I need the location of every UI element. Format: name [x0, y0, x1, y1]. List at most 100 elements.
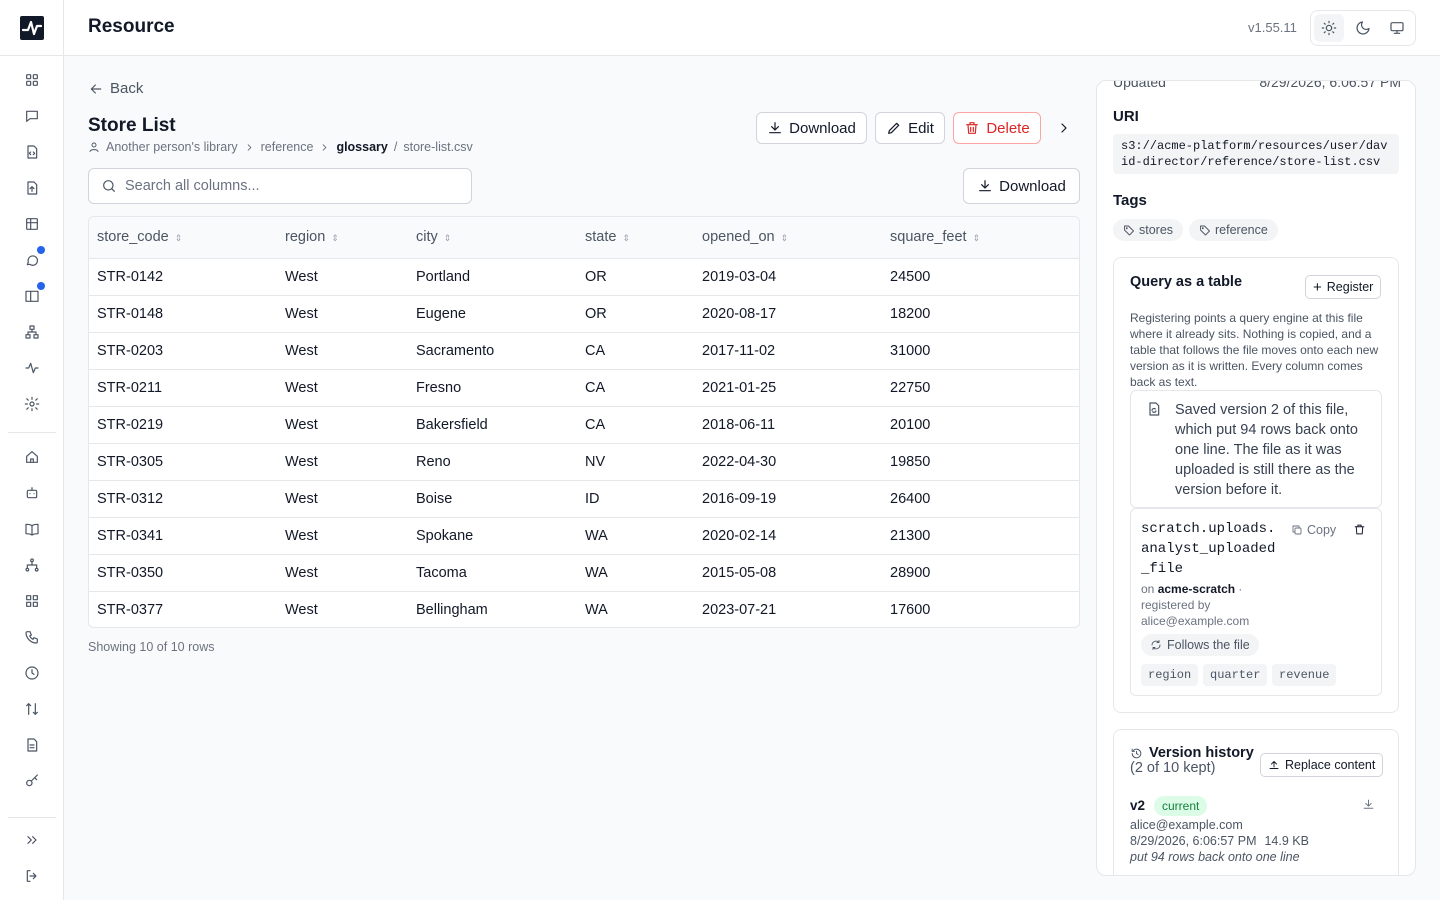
table-header-row: store_code ⇕ region ⇕ city ⇕ state ⇕ opened_… [89, 217, 1079, 259]
chevron-right-icon [247, 143, 251, 151]
table-row[interactable]: STR-0142 West Portland OR 2019-03-04 24500 [89, 258, 1079, 296]
back-link[interactable]: Back [88, 80, 143, 97]
table-row[interactable]: STR-0203 West Sacramento CA 2017-11-02 31000 [89, 332, 1079, 370]
follows-label: Follows the file [1167, 638, 1250, 652]
table-row[interactable]: STR-0350 West Tacoma WA 2015-05-08 28900 [89, 554, 1079, 592]
search-input[interactable] [125, 178, 455, 194]
trash-icon [966, 122, 979, 134]
copy-label: Copy [1307, 523, 1337, 537]
table-row[interactable]: STR-0148 West Eugene OR 2020-08-17 18200 [89, 295, 1079, 333]
tag-icon [1200, 225, 1210, 236]
rail-key[interactable] [20, 769, 44, 793]
tag-chip[interactable]: stores [1113, 219, 1184, 241]
column-header[interactable]: store_code ⇕ [89, 217, 277, 259]
table-cell: 2019-03-04 [694, 258, 882, 296]
table-row[interactable]: STR-0341 West Spokane WA 2020-02-14 21300 [89, 517, 1079, 555]
table-cell: West [277, 406, 408, 444]
network-icon [25, 325, 39, 339]
table-row[interactable]: STR-0312 West Boise ID 2016-09-19 26400 [89, 480, 1079, 518]
register-label: Register [1326, 280, 1374, 294]
column-header[interactable]: state ⇕ [577, 217, 694, 259]
rail-activity[interactable] [20, 356, 44, 380]
table-row[interactable]: STR-0377 West Bellingham WA 2023-07-21 17600 [89, 591, 1079, 627]
rail-document[interactable] [20, 733, 44, 757]
theme-system-button[interactable] [1382, 14, 1412, 42]
rail-chat[interactable] [20, 246, 45, 272]
phone-icon [25, 631, 38, 644]
breadcrumb-folder-glossary[interactable]: glossary [336, 140, 387, 154]
notification-dot [37, 246, 45, 254]
rail-settings[interactable] [20, 392, 44, 416]
version-history-card: Version history (2 of 10 kept) Replace c… [1113, 729, 1399, 875]
rail-messages[interactable] [20, 104, 44, 128]
copy-icon [1292, 525, 1302, 535]
rail-home[interactable] [20, 445, 44, 469]
theme-switcher [1310, 10, 1416, 46]
notification-dot [37, 282, 45, 290]
rail-clock[interactable] [20, 661, 44, 685]
pencil-icon [888, 122, 900, 134]
rail-grid[interactable] [20, 68, 44, 92]
column-header[interactable]: city ⇕ [408, 217, 577, 259]
rail-book[interactable] [20, 282, 45, 308]
table-cell: West [285, 601, 318, 618]
edit-button[interactable]: Edit [875, 112, 945, 144]
transfer-icon [26, 703, 38, 715]
theme-light-button[interactable] [1314, 14, 1344, 42]
rail-phone[interactable] [20, 625, 44, 649]
table-cell: NV [577, 443, 694, 481]
table-cell: 2016-09-19 [694, 480, 882, 518]
table-icon [26, 218, 38, 230]
rail-expand[interactable] [20, 828, 44, 852]
theme-dark-button[interactable] [1348, 14, 1378, 42]
rail-bot[interactable] [20, 481, 44, 505]
replace-content-button[interactable]: Replace content [1260, 753, 1384, 777]
registered-email: alice@example.com [1141, 614, 1250, 628]
table-cell: CA [577, 369, 694, 407]
rail-logout[interactable] [20, 864, 44, 888]
table-row[interactable]: STR-0219 West Bakersfield CA 2018-06-11 20100 [89, 406, 1079, 444]
updated-row: Updated 8/29/2026, 6:06:57 PM [1113, 81, 1401, 90]
download-icon [979, 180, 992, 192]
logo[interactable] [0, 0, 64, 56]
rail-network[interactable] [20, 320, 44, 344]
column-header[interactable]: opened_on ⇕ [694, 217, 882, 259]
delete-button[interactable]: Delete [953, 112, 1041, 144]
table-row[interactable]: STR-0305 West Reno NV 2022-04-30 19850 [89, 443, 1079, 481]
uri-value[interactable]: s3://acme-platform/resources/user/david-… [1113, 134, 1399, 174]
activity-logo-icon [19, 16, 44, 40]
breadcrumb-library[interactable]: Another person's library [106, 140, 238, 154]
rail-file-upload[interactable] [20, 176, 44, 200]
table-cell: West [277, 554, 408, 592]
rail-book-open[interactable] [20, 517, 44, 541]
rail-transfer[interactable] [20, 697, 44, 721]
search-box[interactable] [88, 168, 472, 204]
rail-file-code[interactable] [20, 140, 44, 164]
register-button[interactable]: + Register [1305, 275, 1382, 299]
collapse-panel-button[interactable] [1054, 118, 1074, 138]
rail-table[interactable] [20, 212, 44, 236]
version-download-button[interactable] [1362, 798, 1375, 816]
unregister-button[interactable] [1353, 523, 1366, 541]
file-refresh-icon [1149, 402, 1160, 416]
copy-button[interactable]: Copy [1291, 523, 1336, 537]
clock-icon [25, 666, 39, 680]
home-icon [26, 451, 38, 463]
download-button[interactable]: Download [756, 112, 867, 144]
registered-table-item: scratch.uploads.analyst_uploaded_file Co… [1130, 508, 1382, 696]
table-cell: Bellingham [416, 601, 488, 618]
tag-chip[interactable]: reference [1189, 219, 1278, 241]
table-cell: 17600 [890, 601, 931, 618]
table-cell: 2015-05-08 [694, 554, 882, 592]
table-cell: 2020-08-17 [694, 295, 882, 333]
query-table-card: Query as a table + Register Registering … [1113, 257, 1399, 713]
rail-apps[interactable] [20, 589, 44, 613]
rail-hierarchy[interactable] [20, 553, 44, 577]
breadcrumb-folder-reference[interactable]: reference [261, 140, 314, 154]
table-download-button[interactable]: Download [963, 168, 1080, 204]
user-icon [89, 142, 99, 152]
column-header[interactable]: square_feet ⇕ [882, 217, 1079, 259]
table-cell: 2021-01-25 [694, 369, 882, 407]
column-header[interactable]: region ⇕ [277, 217, 408, 259]
table-row[interactable]: STR-0211 West Fresno CA 2021-01-25 22750 [89, 369, 1079, 407]
